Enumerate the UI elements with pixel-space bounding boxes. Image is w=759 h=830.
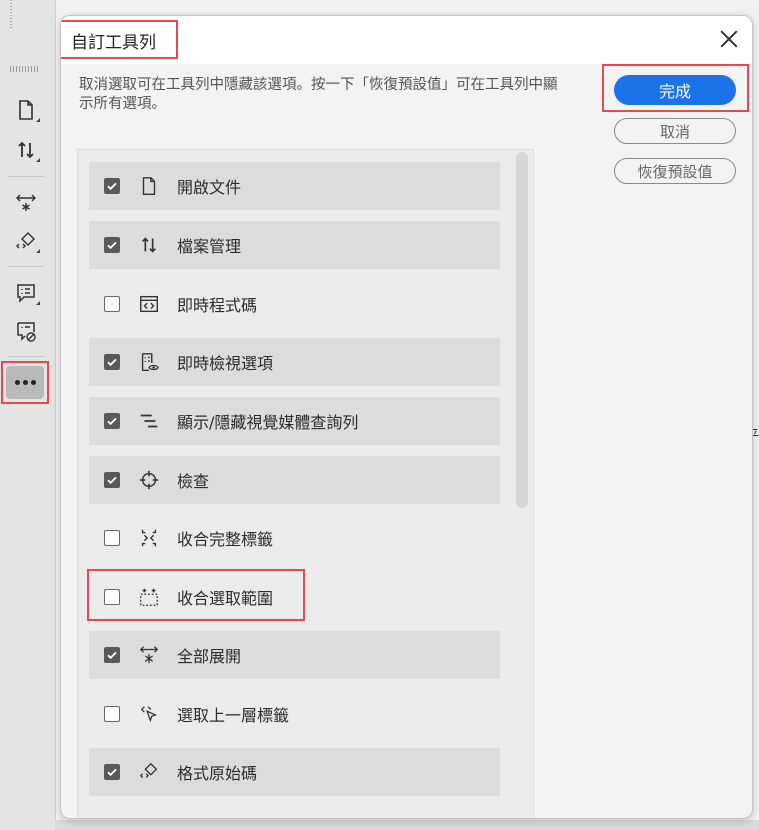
list-item[interactable]: 顯示/隱藏視覺媒體查詢列 [89,397,500,445]
highlight-title [61,20,178,59]
list-item[interactable]: 即時檢視選項 [89,338,500,386]
checkbox[interactable] [104,413,120,429]
restore-defaults-button[interactable]: 恢復預設值 [614,158,736,184]
customize-toolbar-dialog: 自訂工具列 取消選取可在工具列中隱藏該選項。按一下「恢復預設值」可在工具列中顯示… [60,15,753,819]
live-view-options-icon [137,350,161,374]
checkbox[interactable] [104,472,120,488]
live-code-icon [137,292,161,316]
disable-comment-tool[interactable] [8,314,44,348]
list-item[interactable]: 全部展開 [89,631,500,679]
dialog-description: 取消選取可在工具列中隱藏該選項。按一下「恢復預設值」可在工具列中顯示所有選項。 [79,77,558,112]
format-source-tool[interactable] [8,224,44,258]
list-item[interactable]: 檢查 [89,456,500,504]
expand-all-tool[interactable] [8,186,44,220]
highlight-collapse-selection [87,569,305,621]
file-icon [137,174,161,198]
list-item[interactable]: 選取上一層標籤 [89,690,500,738]
open-document-tool[interactable] [8,93,44,127]
toolbar-separator [8,356,44,357]
highlight-more-options [1,361,49,404]
checkbox[interactable] [104,237,120,253]
expand-all-icon [137,643,161,667]
toolbar-separator [8,176,44,177]
comment-disabled-icon [17,322,36,342]
live-view-options-tool[interactable] [8,276,44,310]
item-label: 開啟文件 [177,178,242,197]
toolbar-grip[interactable] [10,66,40,72]
toolbar-separator [8,266,44,267]
expand-all-icon [16,194,36,211]
left-toolbar [0,0,56,830]
collapse-full-tag-icon [137,526,161,550]
list-item[interactable]: 檔案管理 [89,221,500,269]
item-label: 收合完整標籤 [177,530,274,549]
file-icon [19,100,33,120]
scrollbar-thumb[interactable] [516,152,528,508]
file-management-tool[interactable] [8,133,44,167]
checkbox[interactable] [104,764,120,780]
list-item[interactable]: 收合完整標籤 [89,514,500,562]
item-label: 格式原始碼 [177,764,258,783]
comment-icon [17,284,35,303]
list-item[interactable]: 即時程式碼 [89,280,500,328]
checkbox[interactable] [104,647,120,663]
item-label: 選取上一層標籤 [177,706,290,725]
item-label: 檢查 [177,472,210,491]
format-source-icon [16,232,35,249]
item-label: 顯示/隱藏視覺媒體查詢列 [177,413,359,432]
background-bottom-bar [55,820,759,830]
list-item[interactable]: 格式原始碼 [89,748,500,796]
select-parent-tag-icon [137,702,161,726]
cancel-button[interactable]: 取消 [614,118,736,144]
checkbox[interactable] [104,706,120,722]
list-item[interactable]: 開啟文件 [89,162,500,210]
dialog-titlebar: 自訂工具列 [61,16,752,64]
item-label: 即時程式碼 [177,296,258,315]
file-transfer-icon [18,141,34,159]
highlight-done [602,64,749,112]
inspect-icon [137,468,161,492]
checkbox[interactable] [104,354,120,370]
checkbox[interactable] [104,296,120,312]
media-query-bar-icon [137,409,161,433]
checkbox[interactable] [104,530,120,546]
file-transfer-icon [137,233,161,257]
drag-grip[interactable] [10,0,12,30]
item-label: 全部展開 [177,647,242,666]
close-icon[interactable] [718,28,740,50]
item-label: 檔案管理 [177,237,242,256]
item-label: 即時檢視選項 [177,354,274,373]
format-source-icon [137,760,161,784]
checkbox[interactable] [104,178,120,194]
